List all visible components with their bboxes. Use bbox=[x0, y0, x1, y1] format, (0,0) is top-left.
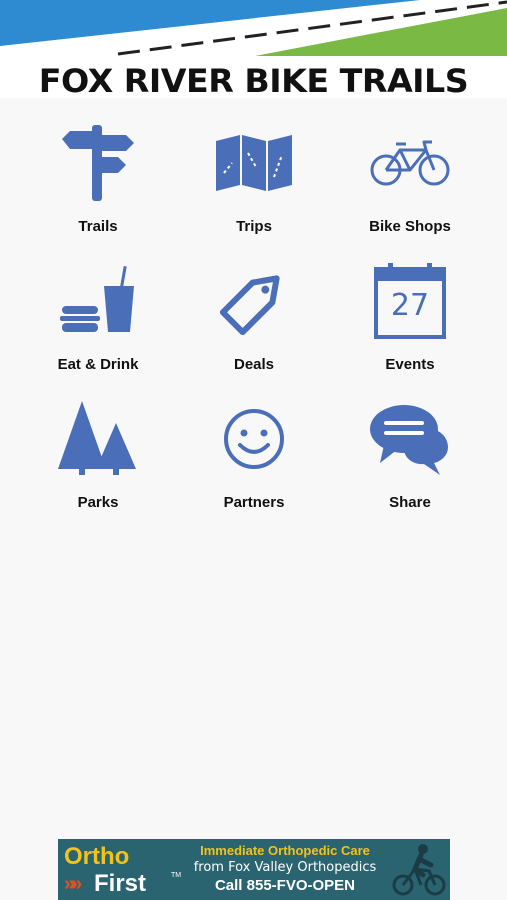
menu-item-trips[interactable]: Trips bbox=[176, 118, 332, 256]
menu-item-eat-drink[interactable]: Eat & Drink bbox=[20, 256, 176, 394]
menu-item-deals[interactable]: Deals bbox=[176, 256, 332, 394]
ad-subline: from Fox Valley Orthopedics bbox=[193, 860, 377, 875]
smiley-face-icon bbox=[209, 394, 299, 484]
menu-item-bike-shops[interactable]: Bike Shops bbox=[332, 118, 488, 256]
main-menu-grid: Trails Trips Bike Shops Eat & Drink Deal… bbox=[20, 118, 487, 532]
pine-trees-icon bbox=[53, 394, 143, 484]
menu-item-label: Share bbox=[389, 494, 431, 511]
road-banner-graphic bbox=[0, 0, 507, 56]
menu-item-parks[interactable]: Parks bbox=[20, 394, 176, 532]
ad-phone: Call 855-FVO-OPEN bbox=[214, 877, 356, 894]
menu-item-label: Trips bbox=[236, 218, 272, 235]
cyclist-icon bbox=[392, 844, 446, 896]
ad-brand-top: Ortho bbox=[64, 843, 130, 870]
ad-headline: Immediate Orthopedic Care bbox=[200, 843, 370, 858]
menu-item-label: Eat & Drink bbox=[57, 356, 139, 373]
burger-drink-icon bbox=[53, 256, 143, 346]
menu-item-label: Deals bbox=[233, 356, 275, 373]
menu-item-label: Events bbox=[385, 356, 435, 373]
ad-brand-bottom: First bbox=[94, 870, 147, 897]
menu-item-partners[interactable]: Partners bbox=[176, 394, 332, 532]
speech-bubbles-icon bbox=[365, 394, 455, 484]
bicycle-icon bbox=[365, 118, 455, 208]
calendar-day-number: 27 bbox=[390, 288, 430, 323]
app-header: FOX RIVER BIKE TRAILS bbox=[0, 0, 507, 98]
map-icon bbox=[209, 118, 299, 208]
price-tag-icon bbox=[209, 256, 299, 346]
menu-item-label: Bike Shops bbox=[369, 218, 451, 235]
ad-banner[interactable]: Ortho »» First TM Immediate Orthopedic C… bbox=[58, 839, 450, 900]
menu-item-trails[interactable]: Trails bbox=[20, 118, 176, 256]
signpost-icon bbox=[53, 118, 143, 208]
menu-item-label: Trails bbox=[78, 218, 118, 235]
menu-item-events[interactable]: 27 Events bbox=[332, 256, 488, 394]
app-title: FOX RIVER BIKE TRAILS bbox=[38, 62, 469, 98]
menu-item-label: Partners bbox=[223, 494, 285, 511]
calendar-icon: 27 bbox=[365, 256, 455, 346]
chevron-arrows-icon: »» bbox=[64, 873, 82, 895]
menu-item-share[interactable]: Share bbox=[332, 394, 488, 532]
menu-item-label: Parks bbox=[77, 494, 119, 511]
